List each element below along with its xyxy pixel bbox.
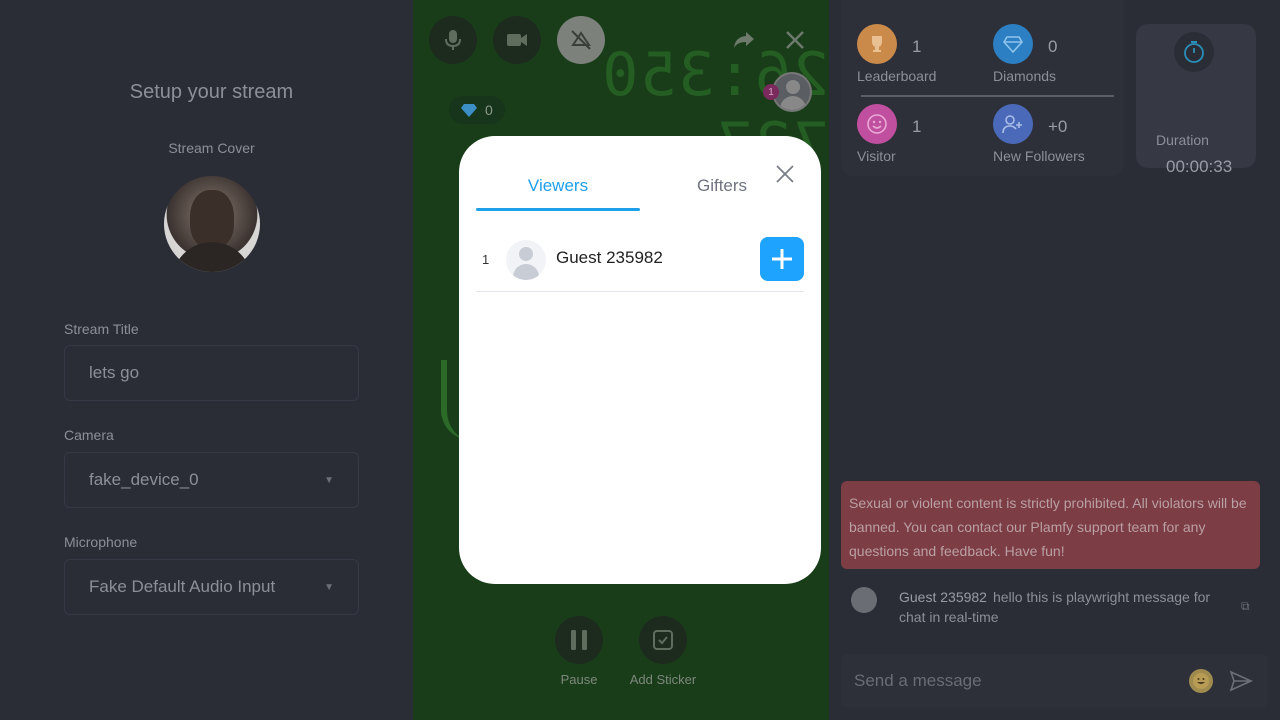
- diamonds-label: Diamonds: [993, 68, 1057, 84]
- stream-stats: 1 Leaderboard 0 Diamonds 1 Visitor +0 Ne…: [841, 0, 1124, 176]
- modal-close-button[interactable]: [773, 162, 797, 186]
- follow-viewer-button[interactable]: [760, 237, 804, 281]
- camera-icon: [507, 34, 527, 46]
- tab-viewers[interactable]: Viewers: [476, 176, 640, 196]
- duration-value: 00:00:33: [1166, 157, 1233, 176]
- setup-title: Setup your stream: [129, 81, 294, 103]
- effects-off-icon: [571, 30, 591, 50]
- emoji-icon[interactable]: [1189, 669, 1213, 693]
- camera-select[interactable]: fake_device_0 ▼: [64, 452, 359, 508]
- stream-title-label: Stream Title: [64, 321, 139, 337]
- stream-cover-image[interactable]: [164, 176, 260, 272]
- avatar-body: [513, 264, 539, 280]
- stream-cover-label: Stream Cover: [168, 140, 255, 156]
- add-sticker-label: Add Sticker: [629, 672, 697, 687]
- viewer-avatar: [506, 240, 546, 280]
- duration-card: Duration 00:00:33: [1136, 24, 1256, 176]
- chevron-down-icon: ▼: [324, 581, 334, 593]
- close-stream-button[interactable]: [779, 24, 811, 56]
- viewer-name: Guest 235982: [556, 248, 663, 267]
- setup-panel: Setup your stream Stream Cover Stream Ti…: [0, 0, 413, 720]
- stats-divider: [861, 95, 1114, 97]
- timer-icon: [1174, 32, 1214, 72]
- chat-message-body: Guest 235982 hello this is playwright mes…: [899, 587, 1239, 627]
- chat-author: Guest 235982: [899, 589, 987, 605]
- avatar-body: [780, 96, 806, 110]
- leaderboard-label[interactable]: Leaderboard: [857, 68, 936, 84]
- diamond-counter: 0: [449, 96, 505, 124]
- user-add-icon: [993, 104, 1033, 144]
- pause-button[interactable]: [555, 616, 603, 664]
- camera-value: fake_device_0: [89, 470, 199, 489]
- stream-title-input[interactable]: lets go: [64, 345, 359, 401]
- add-sticker-button[interactable]: [639, 616, 687, 664]
- plus-icon: [772, 249, 792, 269]
- send-button[interactable]: [1227, 667, 1255, 695]
- chat-message: Guest 235982 hello this is playwright mes…: [841, 585, 1260, 631]
- translate-icon[interactable]: ⧉: [1241, 599, 1250, 614]
- share-button[interactable]: [728, 24, 760, 56]
- duration-label: Duration: [1156, 132, 1209, 148]
- diamonds-value: 0: [1048, 37, 1058, 56]
- close-icon: [776, 165, 794, 183]
- sticker-icon: [653, 630, 673, 650]
- microphone-toggle-button[interactable]: [429, 16, 477, 64]
- effects-toggle-button[interactable]: [557, 16, 605, 64]
- microphone-select[interactable]: Fake Default Audio Input ▼: [64, 559, 359, 615]
- cover-shoulders: [172, 242, 252, 272]
- diamond-icon: [993, 24, 1033, 64]
- new-followers-value: +0: [1048, 117, 1068, 136]
- pause-icon: [571, 630, 587, 650]
- avatar-head: [786, 80, 800, 94]
- share-icon: [734, 32, 754, 48]
- microphone-icon: [445, 30, 461, 50]
- viewer-count-badge: 1: [763, 84, 779, 100]
- avatar-head: [519, 247, 533, 261]
- chat-rules-warning: Sexual or violent content is strictly pr…: [841, 481, 1260, 569]
- viewers-modal: Viewers Gifters 1 Guest 235982: [459, 136, 821, 584]
- diamond-icon: [461, 104, 477, 117]
- microphone-value: Fake Default Audio Input: [89, 577, 276, 596]
- camera-toggle-button[interactable]: [493, 16, 541, 64]
- pause-label: Pause: [560, 672, 598, 687]
- close-icon: [786, 31, 804, 49]
- trophy-icon: [857, 24, 897, 64]
- viewer-list-item: 1 Guest 235982: [476, 234, 804, 292]
- stats-chat-panel: 1 Leaderboard 0 Diamonds 1 Visitor +0 Ne…: [829, 0, 1280, 720]
- send-icon: [1229, 670, 1253, 692]
- camera-label: Camera: [64, 427, 114, 443]
- message-composer: [841, 654, 1268, 708]
- smile-icon: [857, 104, 897, 144]
- viewer-rank: 1: [482, 252, 490, 267]
- chevron-down-icon: ▼: [324, 474, 334, 486]
- avatar: [851, 587, 877, 613]
- leaderboard-value: 1: [912, 37, 922, 56]
- diamond-count-value: 0: [485, 102, 493, 118]
- cover-face: [190, 190, 234, 248]
- stream-title-value: lets go: [89, 363, 140, 382]
- visitor-label: Visitor: [857, 148, 896, 164]
- new-followers-label: New Followers: [993, 148, 1085, 164]
- visitor-value: 1: [912, 117, 922, 136]
- active-tab-indicator: [476, 208, 640, 211]
- message-input[interactable]: [854, 671, 1189, 691]
- microphone-label: Microphone: [64, 534, 138, 550]
